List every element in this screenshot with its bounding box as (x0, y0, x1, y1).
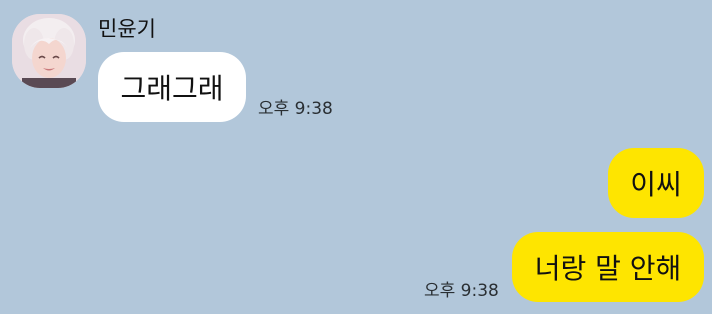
chat-room: 민윤기 그래그래 오후 9:38 이씨 너랑 말 안해 오후 9:38 (0, 0, 712, 314)
outgoing-message-bubble[interactable]: 이씨 (608, 148, 704, 218)
incoming-message-text: 그래그래 (120, 72, 224, 105)
sender-name: 민윤기 (98, 17, 156, 41)
outgoing-message-time: 오후 9:38 (424, 281, 499, 301)
sender-avatar[interactable] (12, 14, 86, 88)
outgoing-message-text: 이씨 (630, 168, 682, 201)
profile-photo-icon (12, 14, 86, 88)
outgoing-message-bubble[interactable]: 너랑 말 안해 (512, 232, 704, 302)
outgoing-message-text: 너랑 말 안해 (534, 252, 682, 285)
incoming-message-bubble[interactable]: 그래그래 (98, 52, 246, 122)
incoming-message-time: 오후 9:38 (258, 99, 333, 119)
